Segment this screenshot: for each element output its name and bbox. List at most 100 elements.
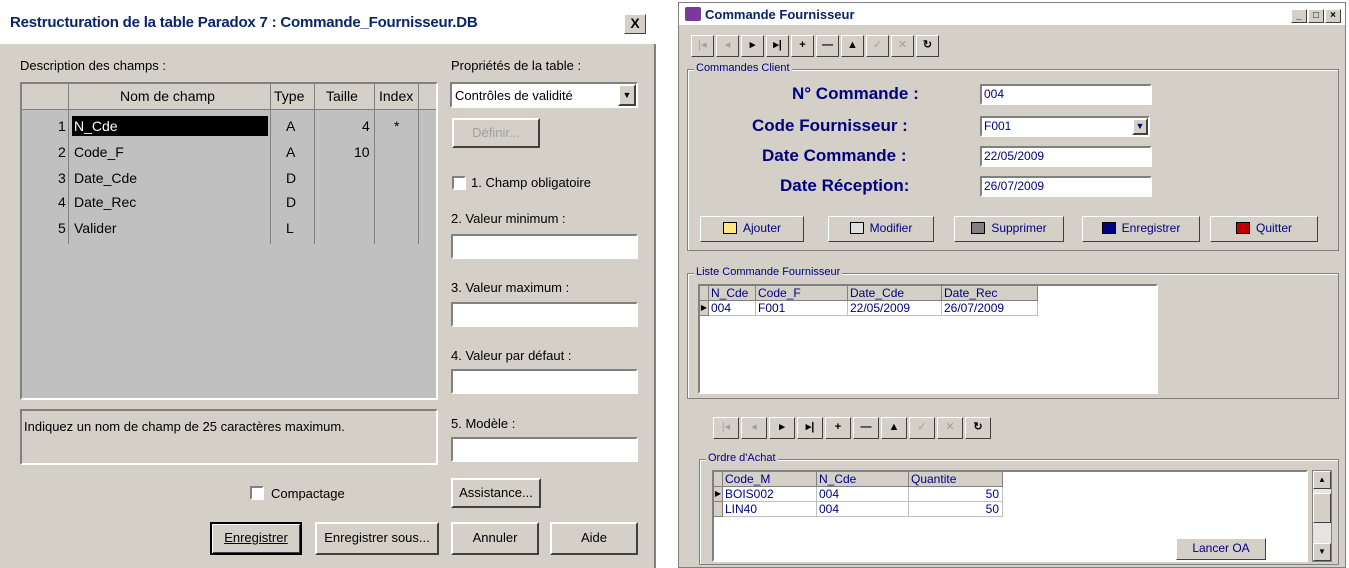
col-header-index: Index	[379, 88, 414, 104]
add-icon	[722, 222, 737, 234]
minimize-icon[interactable]: _	[1291, 9, 1307, 23]
row-num: 1	[58, 118, 66, 134]
required-checkbox[interactable]	[452, 176, 466, 190]
scroll-up-icon[interactable]: ▲	[1313, 471, 1331, 489]
vertical-scrollbar[interactable]: ▲ ▼	[1312, 470, 1332, 562]
save-as-button[interactable]: Enregistrer sous...	[315, 522, 439, 555]
first-record-icon[interactable]: |◂	[713, 417, 739, 439]
cell: BOIS002	[723, 487, 817, 502]
chevron-down-icon[interactable]: ▼	[1132, 118, 1148, 135]
scroll-down-icon[interactable]: ▼	[1313, 543, 1331, 561]
scroll-thumb[interactable]	[1313, 493, 1331, 523]
assist-button[interactable]: Assistance...	[451, 478, 541, 508]
row-num: 5	[58, 220, 66, 236]
order-no-input[interactable]: 004	[980, 84, 1152, 105]
col-header[interactable]: Quantite	[909, 472, 1003, 487]
field-grid[interactable]: Nom de champ Type Taille Index 1 N_Cde A…	[20, 82, 438, 400]
field-name: Date_Rec	[74, 194, 137, 210]
next-record-icon[interactable]: ▸	[769, 417, 795, 439]
min-value-input[interactable]	[451, 234, 638, 259]
chevron-down-icon[interactable]: ▼	[618, 84, 636, 106]
exit-door-icon	[1235, 222, 1250, 234]
refresh-icon[interactable]: ↻	[916, 35, 939, 57]
row-num: 4	[58, 194, 66, 210]
save-record-button[interactable]: Enregistrer	[1082, 216, 1200, 242]
prior-record-icon[interactable]: ◂	[741, 417, 767, 439]
edit-button[interactable]: Modifier	[828, 216, 934, 242]
insert-record-icon[interactable]: +	[825, 417, 851, 439]
maximize-icon[interactable]: □	[1308, 9, 1324, 23]
status-text: Indiquez un nom de champ de 25 caractère…	[24, 419, 345, 434]
launch-po-button[interactable]: Lancer OA	[1176, 538, 1266, 560]
edit-record-icon[interactable]: ▲	[841, 35, 864, 57]
model-input[interactable]	[451, 437, 638, 462]
cell: 22/05/2009	[848, 301, 942, 316]
compact-checkbox[interactable]	[250, 486, 264, 500]
define-button[interactable]: Définir...	[452, 118, 540, 148]
field-type: D	[286, 194, 297, 210]
next-record-icon[interactable]: ▸	[741, 35, 764, 57]
col-header[interactable]: N_Cde	[709, 286, 756, 301]
order-date-label: Date Commande :	[762, 146, 907, 165]
delete-button[interactable]: Supprimer	[954, 216, 1064, 242]
order-no-label: N° Commande :	[792, 84, 919, 103]
insert-record-icon[interactable]: +	[791, 35, 814, 57]
receipt-date-input[interactable]: 26/07/2009	[980, 176, 1152, 197]
current-row-icon: ▶	[700, 301, 709, 316]
col-header[interactable]: N_Cde	[817, 472, 909, 487]
purchase-order-grid[interactable]: Code_M N_Cde Quantite ▶ BOIS002 004 50 L…	[712, 470, 1308, 562]
dialog-title: Restructuration de la table Paradox 7 : …	[10, 14, 478, 31]
field-type: L	[286, 220, 294, 236]
field-size: 4	[362, 118, 370, 134]
edit-record-icon[interactable]: ▲	[881, 417, 907, 439]
close-icon[interactable]: ×	[1325, 9, 1341, 23]
first-record-icon[interactable]: |◂	[691, 35, 714, 57]
field-name: Code_F	[74, 144, 124, 160]
col-header[interactable]: Date_Rec	[942, 286, 1038, 301]
order-list-grid[interactable]: N_Cde Code_F Date_Cde Date_Rec ▶ 004 F00…	[698, 284, 1158, 394]
prior-record-icon[interactable]: ◂	[716, 35, 739, 57]
close-button[interactable]: X	[624, 14, 646, 34]
delete-record-icon[interactable]: —	[853, 417, 879, 439]
post-record-icon[interactable]: ✓	[866, 35, 889, 57]
refresh-icon[interactable]: ↻	[965, 417, 991, 439]
col-header-size: Taille	[326, 88, 358, 104]
cancel-button[interactable]: Annuler	[451, 522, 539, 555]
save-button[interactable]: Enregistrer	[210, 522, 302, 555]
window-titlebar: Commande Fournisseur _ □ ×	[679, 3, 1345, 25]
order-list-group-label: Liste Commande Fournisseur	[694, 266, 843, 278]
default-value-input[interactable]	[451, 369, 638, 394]
add-button[interactable]: Ajouter	[700, 216, 804, 242]
col-header[interactable]: Date_Cde	[848, 286, 942, 301]
post-record-icon[interactable]: ✓	[909, 417, 935, 439]
cancel-edit-icon[interactable]: ✕	[891, 35, 914, 57]
fields-label: Description des champs :	[20, 58, 166, 73]
quit-button[interactable]: Quitter	[1210, 216, 1318, 242]
receipt-date-label: Date Réception:	[780, 176, 910, 195]
max-value-input[interactable]	[451, 302, 638, 327]
cancel-edit-icon[interactable]: ✕	[937, 417, 963, 439]
table-props-select[interactable]: Contrôles de validité ▼	[450, 82, 638, 108]
supplier-code-select[interactable]: F001 ▼	[980, 116, 1150, 137]
field-name: Valider	[74, 220, 117, 236]
app-icon	[685, 7, 701, 21]
col-header[interactable]: Code_F	[756, 286, 848, 301]
table-props-value: Contrôles de validité	[455, 88, 573, 103]
field-size: 10	[354, 144, 370, 160]
cell: F001	[756, 301, 848, 316]
row-num: 2	[58, 144, 66, 160]
last-record-icon[interactable]: ▸|	[797, 417, 823, 439]
restructure-dialog: Restructuration de la table Paradox 7 : …	[0, 0, 656, 568]
order-date-input[interactable]: 22/05/2009	[980, 146, 1152, 167]
current-row-icon: ▶	[714, 487, 723, 502]
default-value-label: 4. Valeur par défaut :	[451, 348, 572, 363]
field-type: A	[286, 144, 296, 160]
min-value-label: 2. Valeur minimum :	[451, 211, 566, 226]
help-button[interactable]: Aide	[550, 522, 638, 555]
model-label: 5. Modèle :	[451, 416, 516, 431]
save-record-label: Enregistrer	[1121, 221, 1181, 235]
last-record-icon[interactable]: ▸|	[766, 35, 789, 57]
trash-icon	[971, 222, 986, 234]
col-header[interactable]: Code_M	[723, 472, 817, 487]
delete-record-icon[interactable]: —	[816, 35, 839, 57]
